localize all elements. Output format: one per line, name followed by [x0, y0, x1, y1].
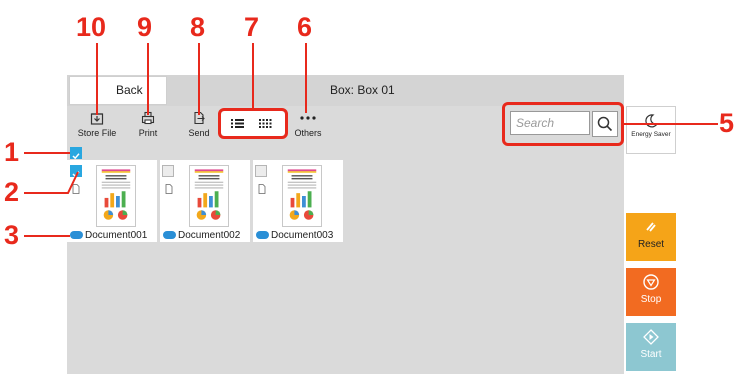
document-thumbnail — [189, 165, 229, 227]
more-options-icon[interactable] — [256, 227, 269, 240]
callout-10: 10 — [76, 12, 107, 42]
callout-line — [96, 43, 98, 115]
others-label: Others — [294, 128, 322, 138]
more-options-icon[interactable] — [163, 227, 176, 240]
print-button[interactable]: Print — [132, 111, 164, 138]
callout-6: 6 — [297, 12, 313, 42]
more-icon — [300, 116, 316, 120]
select-all-checkbox[interactable] — [70, 147, 82, 160]
document-name[interactable]: Document003 — [256, 227, 334, 241]
document-thumbnail — [282, 165, 322, 227]
start-label: Start — [640, 349, 662, 360]
box-title: Box: Box 01 — [330, 83, 395, 97]
send-label: Send — [188, 128, 210, 138]
document-checkbox[interactable] — [255, 165, 267, 177]
back-label: Back — [116, 83, 143, 97]
callout-line — [24, 152, 70, 154]
callout-line — [624, 123, 718, 125]
stop-button[interactable]: Stop — [626, 268, 676, 316]
stop-label: Stop — [640, 294, 662, 305]
callout-leader — [24, 171, 79, 194]
energy-saver-label: Energy Saver — [631, 131, 671, 138]
callout-3: 3 — [4, 220, 20, 250]
file-icon — [165, 184, 173, 194]
reset-button[interactable]: Reset — [626, 213, 676, 261]
stop-icon — [643, 274, 659, 290]
callout-line — [198, 43, 200, 115]
document-name[interactable]: Document002 — [163, 227, 241, 241]
energy-saver-button[interactable]: Energy Saver — [626, 106, 676, 154]
document-thumbnail — [96, 165, 136, 227]
file-icon — [258, 184, 266, 194]
start-button[interactable]: Start — [626, 323, 676, 371]
print-label: Print — [138, 128, 158, 138]
document-name[interactable]: Document001 — [70, 227, 148, 241]
more-options-icon[interactable] — [70, 227, 83, 240]
callout-9: 9 — [137, 12, 153, 42]
callout-line — [24, 235, 70, 237]
callout-line — [252, 43, 254, 109]
view-toggle-highlight — [218, 108, 288, 139]
start-icon — [643, 329, 659, 345]
callout-1: 1 — [4, 137, 20, 167]
store-file-label: Store File — [77, 128, 117, 138]
search-highlight — [502, 102, 624, 146]
callout-line — [147, 43, 149, 115]
document-name-text: Document001 — [85, 230, 148, 241]
document-name-text: Document002 — [178, 230, 241, 241]
callout-8: 8 — [190, 12, 206, 42]
callout-line — [305, 43, 307, 113]
document-checkbox[interactable] — [162, 165, 174, 177]
others-button[interactable]: Others — [290, 111, 326, 138]
reset-label: Reset — [637, 239, 665, 250]
callout-7: 7 — [244, 12, 260, 42]
back-button[interactable]: Back — [69, 76, 167, 105]
reset-icon — [646, 222, 656, 232]
callout-5: 5 — [719, 108, 735, 138]
send-button[interactable]: Send — [183, 111, 215, 138]
callout-2: 2 — [4, 177, 20, 207]
store-file-button[interactable]: Store File — [76, 111, 118, 138]
document-name-text: Document003 — [271, 230, 334, 241]
moon-icon — [645, 114, 659, 128]
